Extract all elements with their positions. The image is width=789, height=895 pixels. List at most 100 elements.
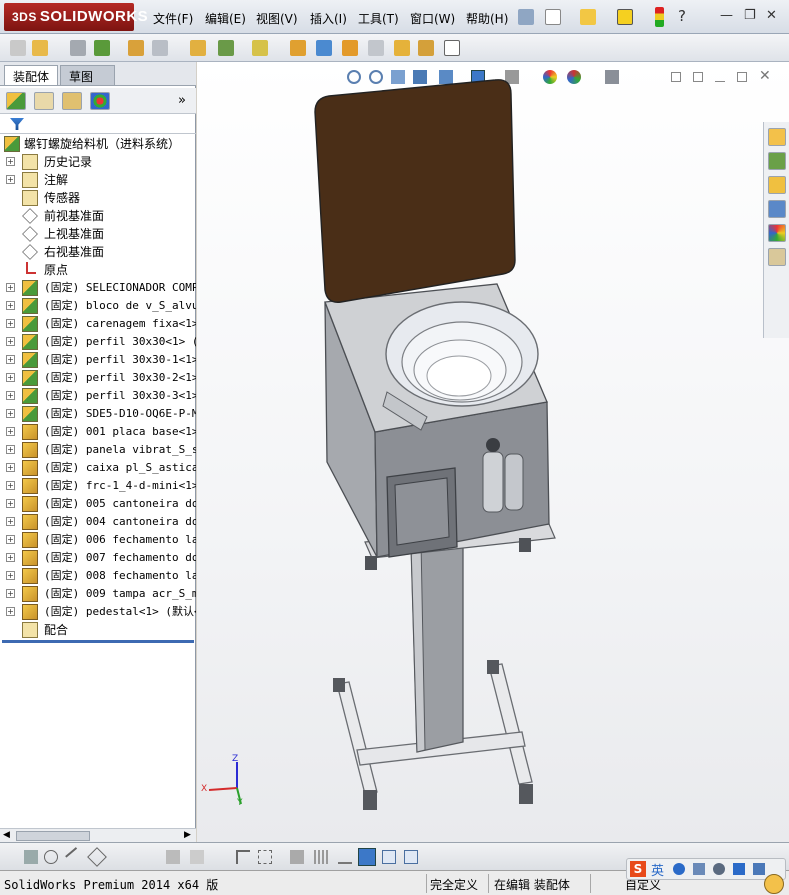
tree-item[interactable]: 配合 (0, 621, 196, 639)
centerline-icon[interactable] (258, 850, 272, 864)
tree-item[interactable]: + (固定) 007 fechamento do (0, 549, 196, 567)
mirror-icon[interactable] (190, 850, 204, 864)
keyboard-icon[interactable] (693, 863, 705, 875)
tools-icon[interactable] (753, 863, 765, 875)
trim-icon[interactable] (114, 850, 128, 864)
single-view-icon[interactable] (382, 850, 396, 864)
expand-icon[interactable]: + (6, 427, 15, 436)
shaded-with-edges-icon[interactable] (358, 848, 376, 866)
help-icon[interactable]: ? (678, 7, 686, 25)
scroll-right-icon[interactable]: ▶ (184, 830, 191, 840)
tree-item[interactable]: 上视基准面 (0, 225, 196, 243)
file-explorer-icon[interactable] (768, 176, 786, 194)
user-icon[interactable] (713, 863, 725, 875)
menu-view[interactable]: 视图(V) (256, 10, 298, 27)
open-icon[interactable] (580, 9, 596, 25)
new-document-icon[interactable] (545, 9, 561, 25)
expand-icon[interactable]: + (6, 175, 15, 184)
expand-icon[interactable]: + (6, 553, 15, 562)
tab-sketch[interactable]: 草图 (60, 65, 115, 85)
grid-icon[interactable] (314, 850, 328, 864)
assembly-features-icon[interactable] (190, 40, 206, 56)
view-palette-icon[interactable] (768, 200, 786, 218)
offset-icon[interactable] (166, 850, 180, 864)
tree-item[interactable]: + (固定) perfil 30x30<1> (默 (0, 333, 196, 351)
insert-component-icon[interactable] (10, 40, 26, 56)
expand-icon[interactable]: + (6, 319, 15, 328)
tree-item[interactable]: + (固定) 009 tampa acr_S_ml (0, 585, 196, 603)
explode-line-icon[interactable] (342, 40, 358, 56)
expand-icon[interactable]: + (6, 445, 15, 454)
expand-panel-icon[interactable]: » (178, 93, 186, 108)
tree-item[interactable]: + (固定) 005 cantoneira do (0, 495, 196, 513)
circle-icon[interactable] (44, 850, 58, 864)
tab-assembly[interactable]: 装配体 (4, 65, 59, 85)
punctuation-icon[interactable] (673, 863, 685, 875)
feature-manager-icon[interactable] (6, 92, 26, 110)
tree-item[interactable]: + (固定) caixa pl_S_astica (0, 459, 196, 477)
expand-icon[interactable]: + (6, 607, 15, 616)
filter-icon[interactable] (10, 118, 24, 130)
tree-item[interactable]: + (固定) bloco de v_S_alvul (0, 297, 196, 315)
show-hidden-icon[interactable] (152, 40, 168, 56)
two-view-icon[interactable] (404, 850, 418, 864)
tree-item[interactable]: + (固定) perfil 30x30-3<1> (0, 387, 196, 405)
smart-dimension-icon[interactable] (290, 850, 304, 864)
sogou-ime-icon[interactable]: S (630, 861, 646, 877)
graphics-area[interactable]: ✕ Z X Y (197, 62, 789, 842)
menu-help[interactable]: 帮助(H) (466, 10, 508, 27)
instant3d-icon[interactable] (444, 40, 460, 56)
close-button[interactable]: ✕ (766, 8, 777, 23)
polygon-icon[interactable] (87, 847, 107, 867)
tree-item[interactable]: + (固定) SELECIONADOR COMPL (0, 279, 196, 297)
tree-item[interactable]: + (固定) SDE5-D10-OQ6E-P-M8 (0, 405, 196, 423)
expand-icon[interactable]: + (6, 409, 15, 418)
expand-icon[interactable]: + (6, 391, 15, 400)
expand-icon[interactable]: + (6, 283, 15, 292)
expand-icon[interactable]: + (6, 373, 15, 382)
pin-icon[interactable] (518, 9, 534, 25)
tree-item[interactable]: + (固定) 008 fechamento lat (0, 567, 196, 585)
expand-icon[interactable]: + (6, 301, 15, 310)
expand-icon[interactable]: + (6, 517, 15, 526)
menu-edit[interactable]: 编辑(E) (205, 10, 246, 27)
ime-language-toggle[interactable]: 英 (651, 860, 664, 879)
tree-item[interactable]: + (固定) 004 cantoneira do (0, 513, 196, 531)
tree-item[interactable]: + (固定) frc-1_4-d-mini<1> (0, 477, 196, 495)
expand-icon[interactable]: + (6, 499, 15, 508)
expand-icon[interactable]: + (6, 337, 15, 346)
minimize-button[interactable]: — (720, 8, 733, 23)
tree-item[interactable]: 原点 (0, 261, 196, 279)
tree-item[interactable]: 右视基准面 (0, 243, 196, 261)
expand-icon[interactable]: + (6, 463, 15, 472)
scrollbar-thumb[interactable] (16, 831, 90, 841)
expand-icon[interactable]: + (6, 481, 15, 490)
rebuild-status-icon[interactable] (764, 874, 784, 894)
expand-icon[interactable]: + (6, 157, 15, 166)
menu-window[interactable]: 窗口(W) (410, 10, 455, 27)
tree-item[interactable]: + 注解 (0, 171, 196, 189)
restore-button[interactable]: ❐ (744, 8, 756, 23)
scroll-left-icon[interactable]: ◀ (3, 830, 10, 840)
traffic-light-icon[interactable] (655, 7, 664, 27)
design-library-icon[interactable] (768, 152, 786, 170)
tree-item[interactable]: + (固定) panela vibrat_S_sr (0, 441, 196, 459)
custom-properties-icon[interactable] (768, 248, 786, 266)
rebuild-warning-icon[interactable] (617, 9, 633, 25)
tree-item[interactable]: + (固定) 006 fechamento lat (0, 531, 196, 549)
relations-icon[interactable] (338, 850, 352, 864)
menu-insert[interactable]: 插入(I) (310, 10, 347, 27)
horizontal-scrollbar[interactable]: ◀ ▶ (0, 828, 196, 842)
expand-icon[interactable]: + (6, 571, 15, 580)
tree-item[interactable]: + (固定) pedestal<1> (默认< (0, 603, 196, 621)
exploded-view-icon[interactable] (316, 40, 332, 56)
tree-root[interactable]: 螺钉螺旋给料机（进料系统） (0, 135, 196, 153)
move-component-icon[interactable] (128, 40, 144, 56)
appearances-icon[interactable] (768, 224, 786, 242)
new-motion-study-icon[interactable] (252, 40, 268, 56)
tree-item[interactable]: + (固定) 001 placa base<1> (0, 423, 196, 441)
tree-item[interactable]: + (固定) perfil 30x30-2<1> (0, 369, 196, 387)
reference-geometry-icon[interactable] (218, 40, 234, 56)
corner-rectangle-icon[interactable] (236, 850, 250, 864)
mate-icon[interactable] (32, 40, 48, 56)
